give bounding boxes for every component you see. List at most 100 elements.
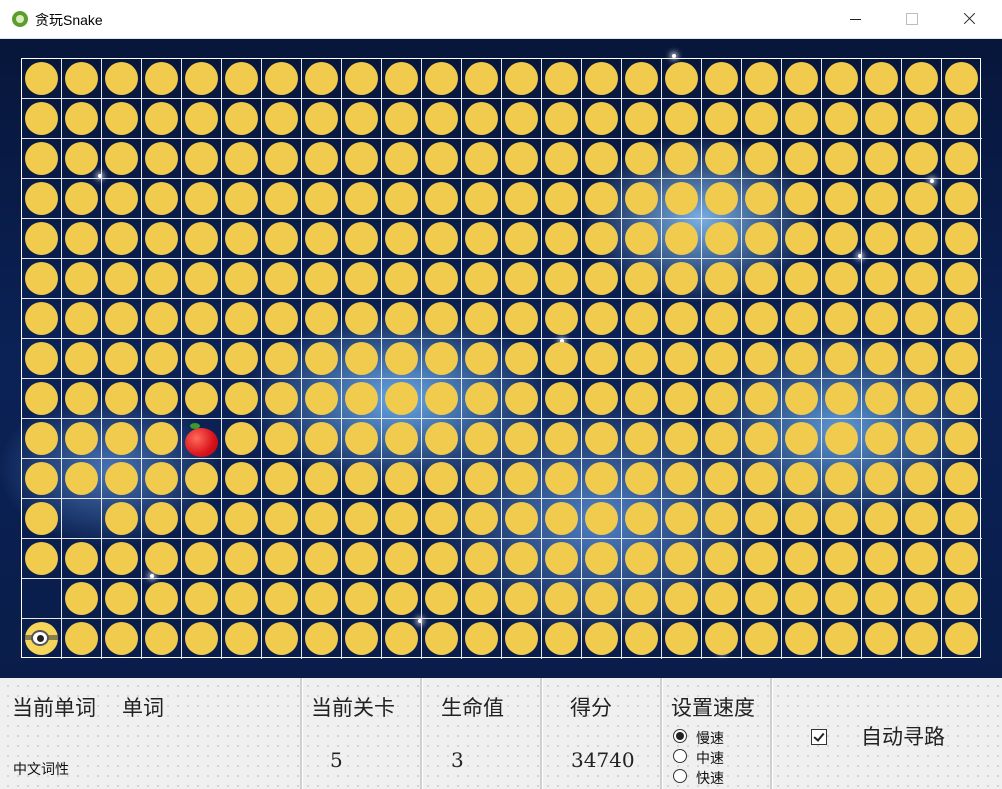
- pellet: [265, 422, 298, 455]
- board-cell: [22, 99, 62, 139]
- board-cell: [422, 339, 462, 379]
- pellet: [225, 582, 258, 615]
- pellet: [465, 582, 498, 615]
- board-cell: [262, 179, 302, 219]
- board-cell: [342, 259, 382, 299]
- board-cell: [22, 59, 62, 99]
- pellet: [465, 342, 498, 375]
- radio-unchecked-icon[interactable]: [673, 749, 687, 763]
- pellet: [385, 182, 418, 215]
- pellet: [425, 222, 458, 255]
- pellet: [785, 582, 818, 615]
- pellet: [65, 542, 98, 575]
- board-cell: [622, 459, 662, 499]
- board-cell: [502, 219, 542, 259]
- pellet: [745, 142, 778, 175]
- board-cell: [702, 219, 742, 259]
- board-cell: [582, 499, 622, 539]
- pellet: [545, 382, 578, 415]
- pellet: [465, 302, 498, 335]
- board-cell: [822, 139, 862, 179]
- auto-path-label[interactable]: 自动寻路: [861, 721, 945, 751]
- pellet: [185, 62, 218, 95]
- pellet: [545, 142, 578, 175]
- board-cell: [182, 459, 222, 499]
- pellet: [545, 302, 578, 335]
- pellet: [745, 502, 778, 535]
- pellet: [665, 62, 698, 95]
- pellet: [145, 462, 178, 495]
- board-cell: [262, 299, 302, 339]
- board-cell: [622, 99, 662, 139]
- close-icon[interactable]: [946, 0, 992, 38]
- pellet: [25, 502, 58, 535]
- pellet: [505, 422, 538, 455]
- auto-path-checkbox[interactable]: [811, 729, 827, 745]
- board-cell: [702, 539, 742, 579]
- pellet: [865, 342, 898, 375]
- board-cell: [742, 539, 782, 579]
- board-cell: [942, 619, 982, 659]
- pellet: [585, 542, 618, 575]
- pellet: [665, 622, 698, 655]
- pellet: [185, 622, 218, 655]
- board-cell: [622, 259, 662, 299]
- pellet: [25, 102, 58, 135]
- pellet: [225, 62, 258, 95]
- board-cell: [742, 59, 782, 99]
- board-cell: [862, 59, 902, 99]
- board-cell: [582, 59, 622, 99]
- board-cell: [142, 259, 182, 299]
- pellet: [945, 502, 978, 535]
- board-cell: [782, 179, 822, 219]
- pellet: [185, 502, 218, 535]
- board-cell: [422, 179, 462, 219]
- pellet: [25, 142, 58, 175]
- pellet: [465, 182, 498, 215]
- pellet: [825, 462, 858, 495]
- board-cell: [662, 139, 702, 179]
- board-cell: [102, 419, 142, 459]
- board-cell: [622, 59, 662, 99]
- board-cell: [742, 179, 782, 219]
- pellet: [385, 502, 418, 535]
- pellet: [905, 182, 938, 215]
- pellet: [665, 502, 698, 535]
- board-cell: [462, 59, 502, 99]
- board-cell: [502, 59, 542, 99]
- pellet: [425, 622, 458, 655]
- pellet: [105, 342, 138, 375]
- radio-unchecked-icon[interactable]: [673, 769, 687, 783]
- pellet: [145, 262, 178, 295]
- radio-checked-icon[interactable]: [673, 729, 687, 743]
- window-title: 贪玩Snake: [35, 12, 103, 28]
- board-cell: [262, 499, 302, 539]
- board-cell: [582, 99, 622, 139]
- board-cell: [422, 59, 462, 99]
- pellet: [785, 422, 818, 455]
- board-cell: [662, 339, 702, 379]
- board-cell: [662, 179, 702, 219]
- board-cell: [382, 99, 422, 139]
- board-cell: [902, 259, 942, 299]
- board-cell: [422, 459, 462, 499]
- pellet: [785, 342, 818, 375]
- pellet: [345, 182, 378, 215]
- pellet: [585, 62, 618, 95]
- maximize-icon[interactable]: [888, 0, 934, 38]
- pellet: [865, 102, 898, 135]
- pellet: [545, 102, 578, 135]
- pellet: [145, 502, 178, 535]
- minimize-icon[interactable]: [832, 0, 878, 38]
- pellet: [225, 142, 258, 175]
- board-cell: [822, 259, 862, 299]
- board-cell: [542, 99, 582, 139]
- game-board[interactable]: [21, 58, 982, 659]
- board-cell: [422, 619, 462, 659]
- pellet: [345, 582, 378, 615]
- board-cell: [782, 419, 822, 459]
- board-cell: [62, 419, 102, 459]
- board-cell: [542, 459, 582, 499]
- pellet: [585, 102, 618, 135]
- board-cell: [62, 459, 102, 499]
